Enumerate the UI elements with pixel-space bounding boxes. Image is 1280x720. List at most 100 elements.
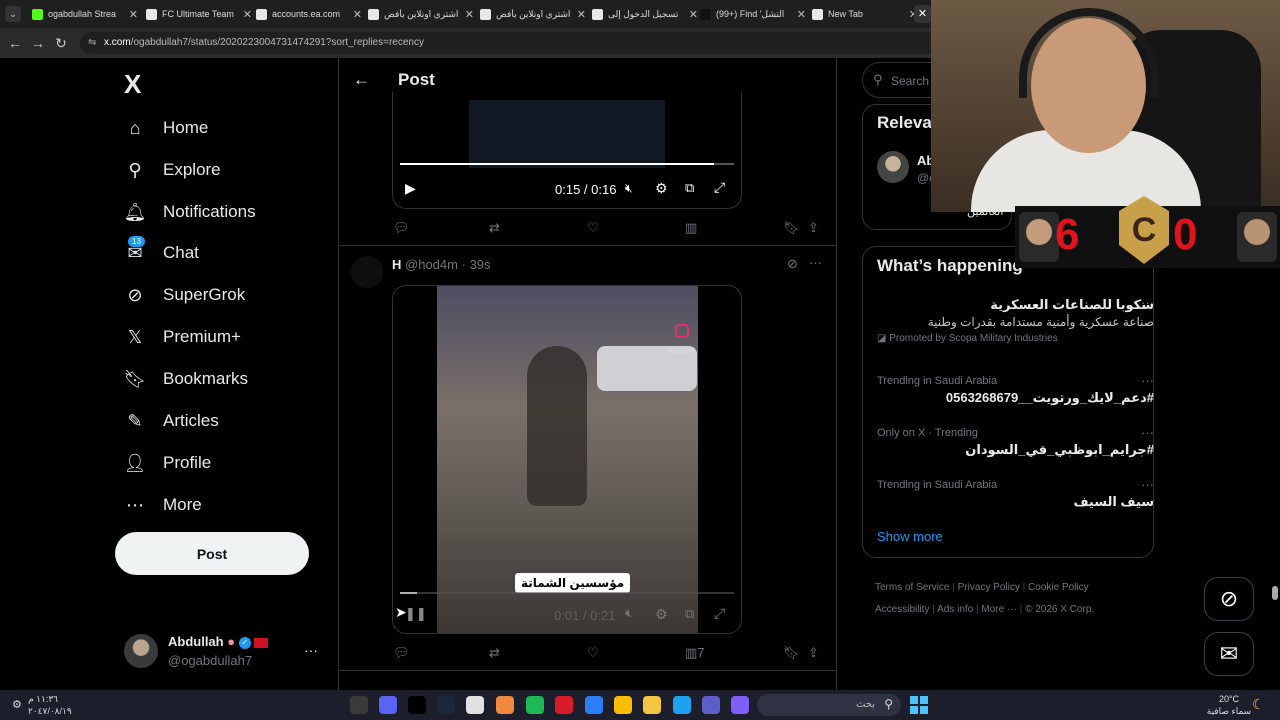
scrollbar-thumb[interactable] xyxy=(1272,586,1278,600)
store-icon[interactable] xyxy=(585,696,603,714)
tab-close-icon[interactable]: ✕ xyxy=(465,8,474,21)
account-switcher[interactable]: Abdullah ● ✓ @ogabdullah7 ··· xyxy=(124,634,324,670)
teams-icon[interactable] xyxy=(702,696,720,714)
post-author[interactable]: H xyxy=(392,257,401,272)
browser-tab[interactable]: ogabdullah Strea ✕ xyxy=(26,3,144,25)
nav-item-more[interactable]: ⋯ More xyxy=(124,489,202,521)
nav-item-profile[interactable]: 👤︎ Profile xyxy=(124,447,212,479)
tab-close-icon[interactable]: ✕ xyxy=(797,8,806,21)
obs-icon[interactable] xyxy=(350,696,368,714)
footer-link[interactable]: Ads info xyxy=(937,604,973,615)
like-icon[interactable]: ♡ xyxy=(587,220,599,236)
footer-link[interactable]: Terms of Service xyxy=(875,582,949,593)
edge-icon[interactable] xyxy=(673,696,691,714)
messages-fab[interactable]: ✉ xyxy=(1204,632,1254,676)
settings-icon[interactable]: ⚙ xyxy=(655,180,668,197)
taskbar-search[interactable]: ⚲ بحث xyxy=(757,694,901,716)
mute-icon[interactable]: 🔇︎ xyxy=(625,606,633,621)
footer-link[interactable]: More ··· xyxy=(981,604,1017,615)
opera-icon[interactable] xyxy=(555,696,573,714)
video-player-2[interactable]: @ZOXX مؤسسين الشماتة ❚❚ 0:01 / 0:21 🔇︎ ⚙… xyxy=(392,285,742,634)
nav-item-articles[interactable]: ✎ Articles xyxy=(124,405,218,437)
pip-icon[interactable]: ⧉ xyxy=(685,180,694,196)
trend-more-icon[interactable]: ··· xyxy=(1141,373,1154,388)
tab-close-icon[interactable]: ✕ xyxy=(577,8,586,21)
footer-link[interactable]: Accessibility xyxy=(875,604,929,615)
play-icon[interactable]: ▶ xyxy=(405,180,416,197)
post-age[interactable]: 39s xyxy=(470,257,491,272)
browser-tab[interactable]: FC Ultimate Team ✕ xyxy=(140,3,258,25)
explorer-icon[interactable] xyxy=(643,696,661,714)
mute-icon[interactable]: 🔇︎ xyxy=(625,181,633,196)
post-button[interactable]: Post xyxy=(115,532,309,575)
chrome-icon[interactable] xyxy=(614,696,632,714)
account-more-icon[interactable]: ··· xyxy=(304,642,318,658)
trend-item[interactable]: Only on X · Trending #جرايم_ابوظبي_في_الس… xyxy=(877,425,1154,458)
browser-tab[interactable]: تسجيل الدخول إلى ✕ xyxy=(586,3,704,25)
trend-item[interactable]: Trending in Saudi Arabia #دعم_لايك_ورتويت… xyxy=(877,373,1154,406)
post-handle[interactable]: @hod4m xyxy=(405,257,458,272)
share-icon[interactable]: ⇪ xyxy=(808,220,819,236)
fullscreen-icon[interactable]: ⤢ xyxy=(714,605,725,622)
trend-more-icon[interactable]: ··· xyxy=(1141,295,1154,310)
post-more-icon[interactable]: ··· xyxy=(809,255,822,270)
site-info-icon[interactable]: ⇋ xyxy=(88,32,96,54)
taskbar-pin-icon[interactable]: ⚙ xyxy=(12,698,22,711)
nav-item-home[interactable]: ⌂ Home xyxy=(124,112,209,144)
x-tab[interactable]: ✕ xyxy=(914,5,931,23)
tab-close-icon[interactable]: ✕ xyxy=(129,8,138,21)
promoted-trend[interactable]: سكوبا للصناعات العسكرية صناعة عسكرية وأمن… xyxy=(877,295,1154,344)
reply-avatar[interactable] xyxy=(351,256,383,288)
grok-explain-icon[interactable]: ⊘ xyxy=(787,256,798,272)
footer-link[interactable]: Cookie Policy xyxy=(1028,582,1089,593)
views-icon[interactable]: ▥ xyxy=(685,220,697,236)
nav-item-supergrok[interactable]: ⊘ SuperGrok xyxy=(124,279,245,311)
bookmark-icon[interactable]: 🔖︎ xyxy=(783,645,800,661)
show-more-link[interactable]: Show more xyxy=(877,529,943,544)
nav-item-explore[interactable]: ⚲ Explore xyxy=(124,154,220,186)
repost-icon[interactable]: ⇄ xyxy=(489,645,500,661)
nav-item-bookmarks[interactable]: 🔖︎ Bookmarks xyxy=(124,363,248,395)
browser-tab[interactable]: New Tab✕ xyxy=(806,3,924,25)
ea-icon[interactable] xyxy=(466,696,484,714)
spotify-icon[interactable] xyxy=(526,696,544,714)
nav-item-premium[interactable]: 𝕏 Premium+ xyxy=(124,321,241,353)
trend-item[interactable]: Trending in Saudi Arabia سيف السيف ··· xyxy=(877,477,1154,510)
reply-icon[interactable]: 💬︎ xyxy=(393,220,410,236)
url-field[interactable]: ⇋ x.com/ogabdullah7/status/2020223004731… xyxy=(80,32,960,54)
like-icon[interactable]: ♡ xyxy=(587,645,599,661)
tab-search-button[interactable]: ⌄ xyxy=(5,6,21,22)
views-icon[interactable]: ▥ 7 xyxy=(685,645,705,661)
arc-icon[interactable] xyxy=(496,696,514,714)
weather-widget[interactable]: 20°C سماء صافية xyxy=(1204,693,1254,717)
trend-more-icon[interactable]: ··· xyxy=(1141,477,1154,492)
avatar[interactable] xyxy=(877,151,909,183)
browser-tab[interactable]: (99+) Find 'التشل ✕ xyxy=(694,3,812,25)
clock[interactable]: ١١:٣٦ م ٢٠٤٧/٠٨/١٩ xyxy=(28,693,72,717)
repost-icon[interactable]: ⇄ xyxy=(489,220,500,236)
pip-icon[interactable]: ⧉ xyxy=(685,606,694,622)
capcut-icon[interactable] xyxy=(408,696,426,714)
grok-fab[interactable]: ⊘ xyxy=(1204,577,1254,621)
footer-link[interactable]: Privacy Policy xyxy=(958,582,1020,593)
trend-more-icon[interactable]: ··· xyxy=(1141,425,1154,440)
fullscreen-icon[interactable]: ⤢ xyxy=(714,179,725,196)
forward-icon[interactable]: → xyxy=(29,34,47,52)
video-player-1[interactable]: ▶ 0:15 / 0:16 🔇︎ ⚙ ⧉ ⤢ xyxy=(392,92,742,209)
bookmark-icon[interactable]: 🔖︎ xyxy=(783,220,800,236)
back-arrow-icon[interactable]: ← xyxy=(353,70,370,90)
footer-link[interactable]: © 2026 X Corp. xyxy=(1025,604,1094,615)
reply-icon[interactable]: 💬︎ xyxy=(393,645,410,661)
discord-icon[interactable] xyxy=(379,696,397,714)
share-icon[interactable]: ⇪ xyxy=(808,645,819,661)
settings-icon[interactable]: ⚙ xyxy=(655,606,668,623)
browser-tab[interactable]: اشتري اونلاين بأفض ✕ xyxy=(362,3,480,25)
reload-icon[interactable]: ↻ xyxy=(52,34,70,52)
nav-item-notifications[interactable]: 🔔︎ Notifications xyxy=(124,196,256,228)
pause-icon[interactable]: ❚❚ xyxy=(405,606,427,622)
browser-tab[interactable]: اشتري اونلاين بأفض ✕ xyxy=(474,3,592,25)
browser-tab[interactable]: accounts.ea.com ✕ xyxy=(250,3,368,25)
tab-close-icon[interactable]: ✕ xyxy=(353,8,362,21)
back-icon[interactable]: ← xyxy=(6,34,24,52)
steam-icon[interactable] xyxy=(437,696,455,714)
